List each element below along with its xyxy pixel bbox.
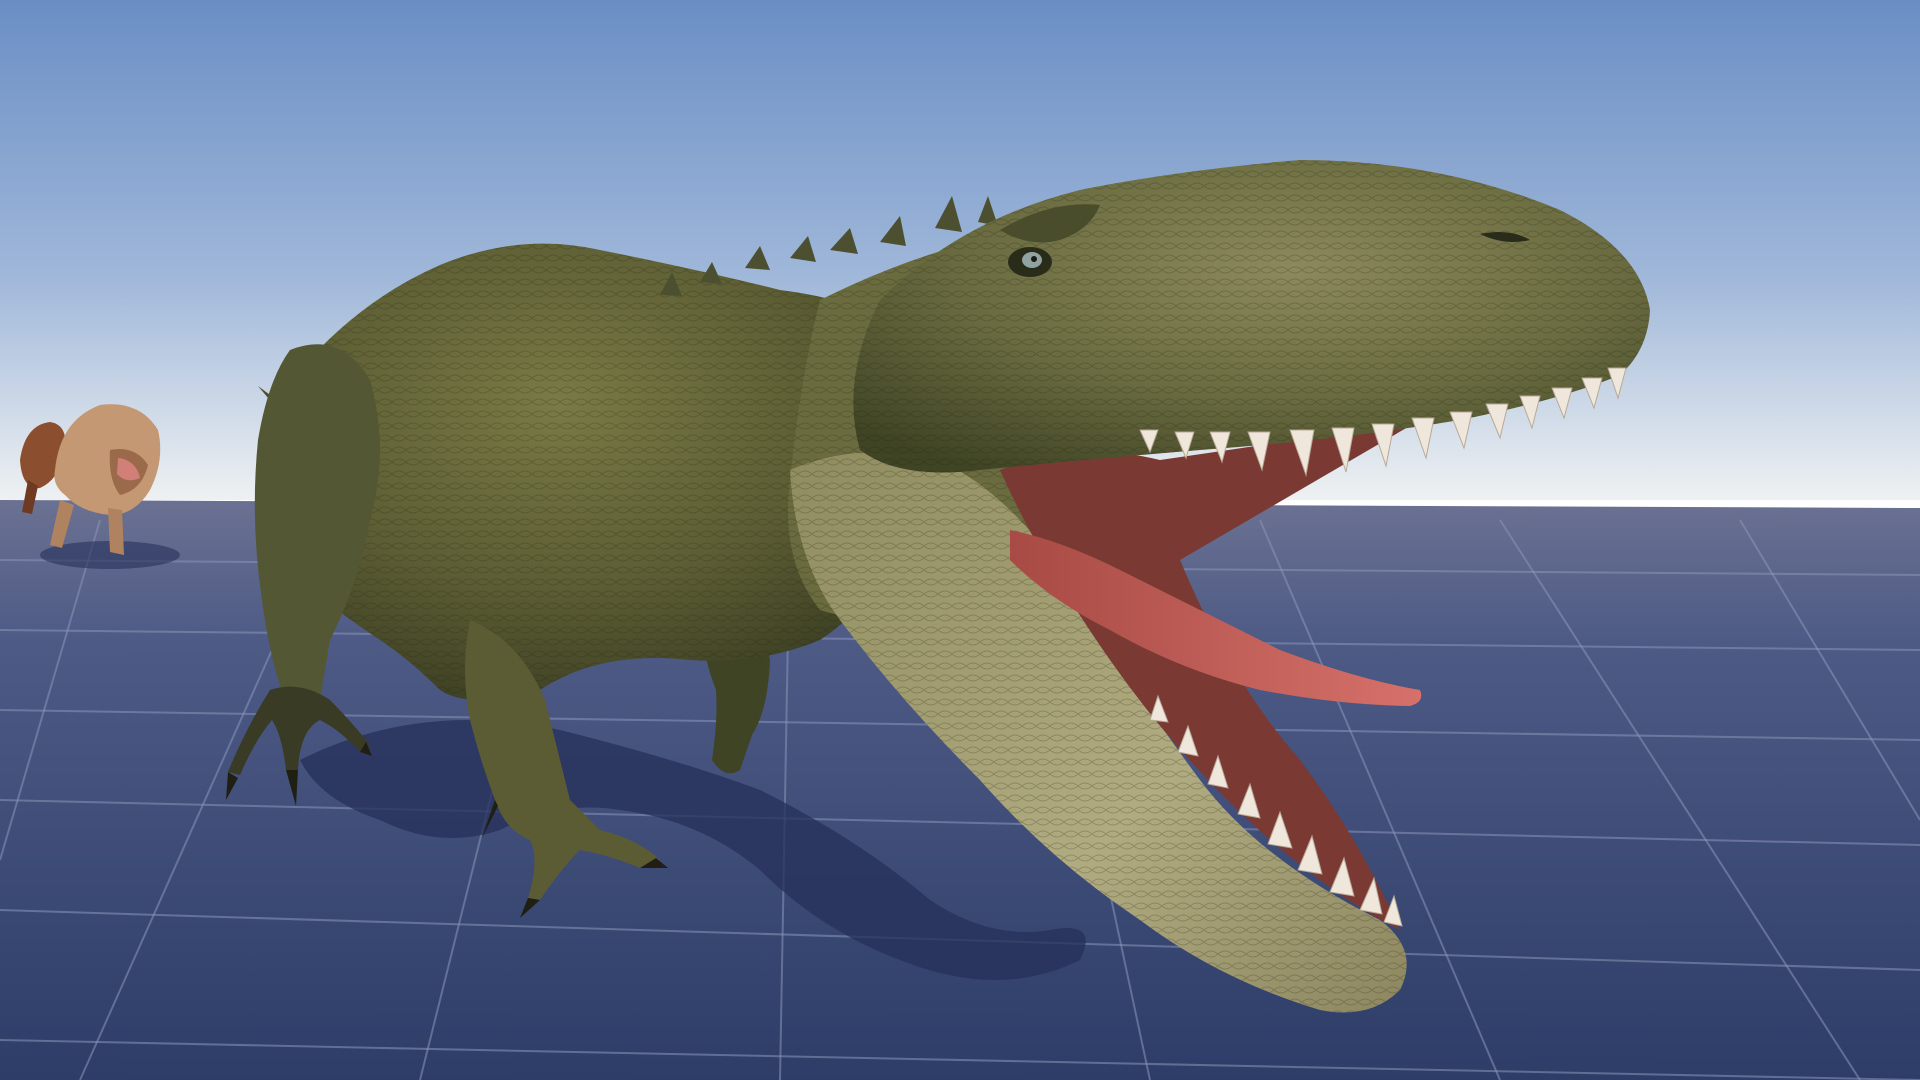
game-viewport[interactable] bbox=[0, 0, 1920, 1080]
3d-scene[interactable] bbox=[0, 0, 1920, 1080]
dino-eye bbox=[1008, 247, 1052, 277]
